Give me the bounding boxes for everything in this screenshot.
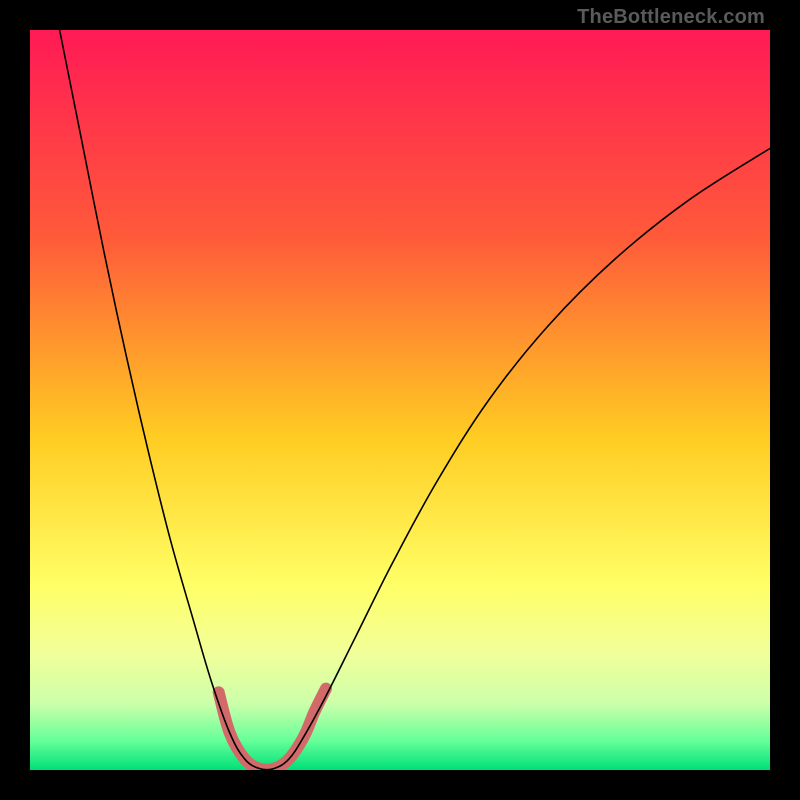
chart-frame: TheBottleneck.com <box>0 0 800 800</box>
plot-area <box>30 30 770 770</box>
watermark-text: TheBottleneck.com <box>577 6 765 29</box>
bottleneck-chart <box>30 30 770 770</box>
gradient-background <box>30 30 770 770</box>
